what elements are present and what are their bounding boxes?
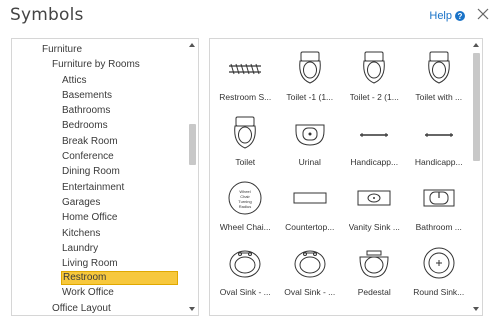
symbol-item[interactable]: Round Sink...: [407, 242, 472, 307]
symbol-item[interactable]: Toilet with ...: [407, 47, 472, 112]
tree-item-attics[interactable]: Attics: [12, 73, 187, 88]
symbol-label: Vanity Sink ...: [348, 222, 400, 232]
scroll-down-arrow-icon[interactable]: [189, 307, 195, 311]
symbol-label: Oval Sink - ...: [284, 287, 336, 297]
oval-sink-icon: [289, 242, 331, 284]
scroll-up-arrow-icon[interactable]: [473, 43, 479, 47]
oval-sink-icon: [224, 242, 266, 284]
toilet-icon: [289, 47, 331, 89]
tree-item-garages[interactable]: Garages: [12, 195, 187, 210]
symbols-scrollbar-thumb[interactable]: [473, 53, 480, 161]
symbol-label: Wheel Chai...: [219, 222, 271, 232]
symbol-label: Round Sink...: [413, 287, 465, 297]
symbol-label: Pedestal: [357, 287, 391, 297]
countertop-icon: [289, 177, 331, 219]
scroll-up-arrow-icon[interactable]: [189, 43, 195, 47]
tree-item-work-office[interactable]: Work Office: [12, 285, 187, 300]
restroom-sign-icon: [224, 47, 266, 89]
category-tree: Furniture Furniture by Rooms Attics Basemen…: [12, 42, 187, 315]
symbol-label: Handicapp...: [414, 157, 463, 167]
help-label: Help: [429, 10, 452, 22]
symbol-item[interactable]: Toilet -1 (1...: [278, 47, 343, 112]
symbols-panel: Restroom S... Toilet -1 (1... Toilet - 2…: [209, 38, 483, 316]
scroll-down-arrow-icon[interactable]: [473, 307, 479, 311]
category-tree-panel: Furniture Furniture by Rooms Attics Basemen…: [11, 38, 199, 316]
tree-item-bedrooms[interactable]: Bedrooms: [12, 118, 187, 133]
dialog-title: Symbols: [10, 5, 84, 25]
help-link[interactable]: Help ?: [429, 10, 465, 22]
tree-item-bathrooms[interactable]: Bathrooms: [12, 103, 187, 118]
tree-item-restroom[interactable]: Restroom: [61, 271, 178, 286]
symbol-label: Oval Sink - ...: [219, 287, 271, 297]
vanity-sink-icon: [353, 177, 395, 219]
toilet-icon: [224, 112, 266, 154]
symbol-item[interactable]: Restroom S...: [213, 47, 278, 112]
wheelchair-sign-icon: Wheel Chair Turning Radius: [224, 177, 266, 219]
tree-item-dining-room[interactable]: Dining Room: [12, 164, 187, 179]
symbol-label: Toilet - 2 (1...: [349, 92, 399, 102]
symbols-scrollbar[interactable]: [471, 39, 482, 315]
symbol-item[interactable]: Handicapp...: [342, 112, 407, 177]
close-icon[interactable]: [476, 7, 490, 21]
urinal-icon: [289, 112, 331, 154]
symbol-label: Countertop...: [285, 222, 335, 232]
symbol-item[interactable]: Toilet - 2 (1...: [342, 47, 407, 112]
tree-scrollbar-thumb[interactable]: [189, 124, 196, 165]
tree-item-kitchens[interactable]: Kitchens: [12, 226, 187, 241]
tree-scrollbar[interactable]: [187, 39, 198, 315]
toilet-icon: [418, 47, 460, 89]
symbols-grid: Restroom S... Toilet -1 (1... Toilet - 2…: [213, 47, 471, 307]
tree-item-furniture-by-rooms[interactable]: Furniture by Rooms: [12, 57, 187, 72]
round-sink-icon: [418, 242, 460, 284]
symbol-label: Toilet with ...: [415, 92, 463, 102]
tree-item-break-room[interactable]: Break Room: [12, 134, 187, 149]
grab-bar-icon: [418, 112, 460, 154]
symbol-label: Restroom S...: [219, 92, 272, 102]
tree-item-conference[interactable]: Conference: [12, 149, 187, 164]
grab-bar-icon: [353, 112, 395, 154]
question-circle-icon: ?: [455, 11, 465, 21]
symbol-item[interactable]: Oval Sink - ...: [213, 242, 278, 307]
toilet-icon: [353, 47, 395, 89]
symbol-item[interactable]: Urinal: [278, 112, 343, 177]
symbol-label: Toilet: [235, 157, 256, 167]
pedestal-sink-icon: [353, 242, 395, 284]
tree-item-living-room[interactable]: Living Room: [12, 256, 187, 271]
tree-item-laundry[interactable]: Laundry: [12, 241, 187, 256]
tree-item-office-layout[interactable]: Office Layout: [12, 301, 187, 315]
symbol-item[interactable]: Vanity Sink ...: [342, 177, 407, 242]
symbol-label: Bathroom ...: [415, 222, 462, 232]
symbol-item[interactable]: Handicapp...: [407, 112, 472, 177]
symbol-item[interactable]: Countertop...: [278, 177, 343, 242]
symbol-item[interactable]: Toilet: [213, 112, 278, 177]
symbol-label: Toilet -1 (1...: [286, 92, 334, 102]
symbol-label: Handicapp...: [350, 157, 399, 167]
symbol-item[interactable]: Pedestal: [342, 242, 407, 307]
tree-item-home-office[interactable]: Home Office: [12, 210, 187, 225]
tree-item-furniture[interactable]: Furniture: [12, 42, 187, 57]
tree-item-entertainment[interactable]: Entertainment: [12, 180, 187, 195]
symbol-item[interactable]: Wheel Chair Turning Radius Wheel Chai...: [213, 177, 278, 242]
bathroom-sink-icon: [418, 177, 460, 219]
symbol-item[interactable]: Oval Sink - ...: [278, 242, 343, 307]
symbol-label: Urinal: [298, 157, 321, 167]
svg-text:Radius: Radius: [239, 204, 251, 209]
tree-item-basements[interactable]: Basements: [12, 88, 187, 103]
symbol-item[interactable]: Bathroom ...: [407, 177, 472, 242]
